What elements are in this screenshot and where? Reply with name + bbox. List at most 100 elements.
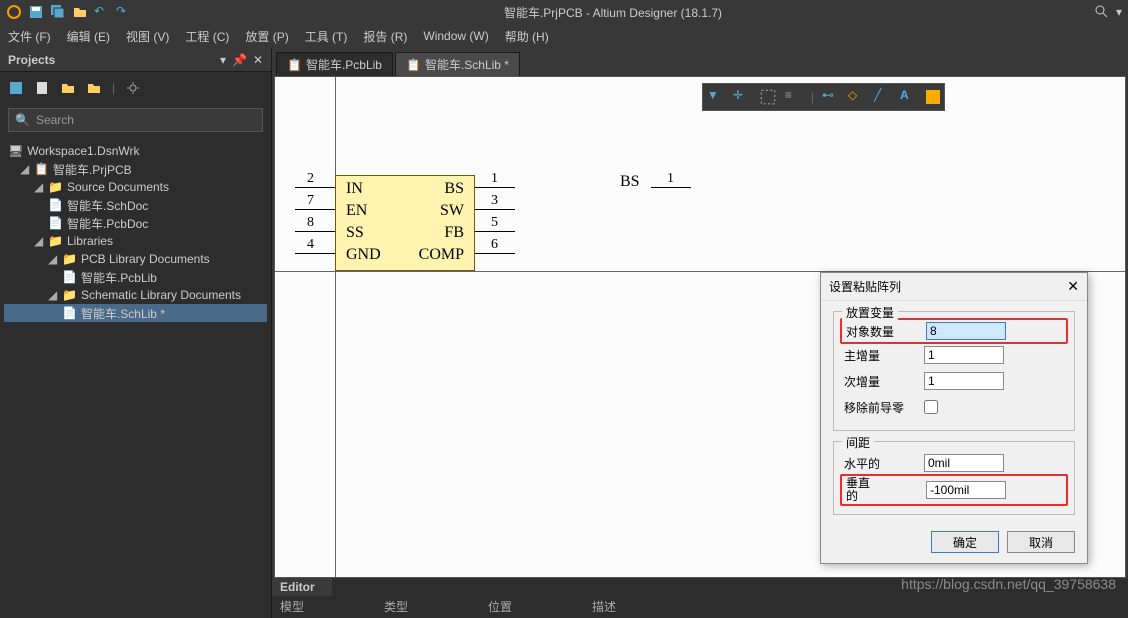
collapse-icon[interactable]: ◢ (20, 162, 30, 176)
move-icon[interactable]: ✛ (733, 88, 751, 106)
canvas-toolbar: ▼ ✛ ≡ | ⊷ ◇ ╱ A (702, 83, 945, 111)
tab-pcblib[interactable]: 📋智能车.PcbLib (276, 52, 393, 76)
pin-number: 8 (307, 215, 314, 231)
pin-number: 2 (307, 171, 314, 187)
tree-schdoc[interactable]: 📄智能车.SchDoc (4, 196, 267, 214)
secondary-increment-input[interactable] (924, 372, 1004, 390)
project-tree[interactable]: 🖥Workspace1.DsnWrk ◢📋智能车.PrjPCB ◢📁Source… (0, 136, 271, 618)
panel-menu-icon[interactable]: ▾ (220, 53, 226, 67)
collapse-icon[interactable]: ◢ (48, 288, 58, 302)
filter-icon[interactable]: ▼ (707, 88, 725, 106)
pin-number: 6 (491, 237, 498, 253)
pin-number: 3 (491, 193, 498, 209)
window-title: 智能车.PrjPCB - Altium Designer (18.1.7) (132, 4, 1094, 21)
collapse-icon[interactable]: ◢ (34, 180, 44, 194)
remove-leading-zero-checkbox[interactable] (924, 400, 938, 414)
line-icon[interactable]: ╱ (874, 88, 892, 106)
folder-icon: 📁 (62, 252, 77, 266)
folder-icon: 📁 (48, 234, 63, 248)
save-icon[interactable] (8, 80, 24, 96)
undo-icon[interactable]: ↶ (94, 4, 110, 20)
panel-title: Projects (8, 53, 55, 67)
pin-number: 7 (307, 193, 314, 209)
close-panel-icon[interactable]: ✕ (253, 53, 263, 67)
tab-schlib[interactable]: 📋智能车.SchLib * (395, 52, 520, 76)
horizontal-spacing-input[interactable] (924, 454, 1004, 472)
folder-icon: 📁 (62, 288, 77, 302)
pcblib-icon: 📋 (287, 58, 302, 72)
tree-schlib[interactable]: 📄智能车.SchLib * (4, 304, 267, 322)
menubar: 文件 (F) 编辑 (E) 视图 (V) 工程 (C) 放置 (P) 工具 (T… (0, 24, 1128, 48)
schdoc-icon: 📄 (48, 198, 63, 212)
open-icon[interactable] (72, 4, 88, 20)
pcbdoc-icon: 📄 (48, 216, 63, 230)
redo-icon[interactable]: ↷ (116, 4, 132, 20)
pin-line (295, 209, 335, 210)
compile-icon[interactable] (34, 80, 50, 96)
search-input[interactable]: 🔍 Search (8, 108, 263, 132)
tree-schlibdocs[interactable]: ◢📁Schematic Library Documents (4, 286, 267, 304)
folder-icon[interactable] (60, 80, 76, 96)
polygon-icon[interactable]: ◇ (848, 88, 866, 106)
menu-help[interactable]: 帮助 (H) (505, 28, 549, 45)
tree-pcblibdocs[interactable]: ◢📁PCB Library Documents (4, 250, 267, 268)
menu-window[interactable]: Window (W) (423, 29, 488, 43)
pin-line (475, 187, 515, 188)
collapse-icon[interactable]: ◢ (34, 234, 44, 248)
pin-line (651, 187, 691, 188)
component-icon[interactable] (926, 90, 940, 104)
save-icon[interactable] (28, 4, 44, 20)
col-type: 类型 (384, 598, 408, 616)
projects-panel: Projects ▾ 📌 ✕ | 🔍 Search 🖥Workspace1.Ds… (0, 48, 272, 618)
vertical-spacing-row: 垂直 的 (840, 474, 1068, 506)
paste-array-dialog: 设置粘贴阵列 ✕ 放置变量 对象数量 主增量 (820, 272, 1088, 564)
gear-icon[interactable] (125, 80, 141, 96)
align-icon[interactable]: ≡ (785, 88, 803, 106)
ok-button[interactable]: 确定 (931, 531, 999, 553)
tree-project[interactable]: ◢📋智能车.PrjPCB (4, 160, 267, 178)
menu-tools[interactable]: 工具 (T) (305, 28, 348, 45)
search-icon[interactable] (1094, 4, 1110, 20)
pin-icon[interactable]: 📌 (232, 53, 247, 67)
dropdown-icon[interactable]: ▾ (1116, 5, 1122, 19)
menu-project[interactable]: 工程 (C) (185, 28, 229, 45)
schlib-icon: 📋 (406, 58, 421, 72)
menu-report[interactable]: 报告 (R) (363, 28, 407, 45)
floating-pin-label[interactable]: BS (620, 173, 640, 191)
menu-place[interactable]: 放置 (P) (245, 28, 288, 45)
editor-tab[interactable]: Editor (272, 578, 332, 596)
document-tabs: 📋智能车.PcbLib 📋智能车.SchLib * (272, 48, 1128, 76)
search-icon: 🔍 (15, 113, 30, 127)
app-icon (6, 4, 22, 20)
pin-line (295, 231, 335, 232)
pin-number: 1 (491, 171, 498, 187)
folder2-icon[interactable] (86, 80, 102, 96)
vertical-spacing-input[interactable] (926, 481, 1006, 499)
menu-edit[interactable]: 编辑 (E) (67, 28, 110, 45)
select-icon[interactable] (759, 88, 777, 106)
pin-tool-icon[interactable]: ⊷ (822, 88, 840, 106)
folder-icon: 📁 (48, 180, 63, 194)
text-icon[interactable]: A (900, 88, 918, 106)
main-increment-input[interactable] (924, 346, 1004, 364)
cancel-button[interactable]: 取消 (1007, 531, 1075, 553)
tree-pcblib[interactable]: 📄智能车.PcbLib (4, 268, 267, 286)
schematic-canvas[interactable]: ▼ ✛ ≡ | ⊷ ◇ ╱ A IN EN SS GND B (274, 76, 1126, 578)
object-count-input[interactable] (926, 322, 1006, 340)
tree-srcdocs[interactable]: ◢📁Source Documents (4, 178, 267, 196)
pcblib-icon: 📄 (62, 270, 77, 284)
close-icon[interactable]: ✕ (1067, 278, 1079, 295)
tree-workspace[interactable]: 🖥Workspace1.DsnWrk (4, 142, 267, 160)
titlebar: ↶ ↷ 智能车.PrjPCB - Altium Designer (18.1.7… (0, 0, 1128, 24)
pin-line (295, 253, 335, 254)
schematic-component[interactable]: IN EN SS GND BS SW FB COMP (335, 175, 475, 271)
collapse-icon[interactable]: ◢ (48, 252, 58, 266)
tree-libs[interactable]: ◢📁Libraries (4, 232, 267, 250)
menu-file[interactable]: 文件 (F) (8, 28, 51, 45)
watermark: https://blog.csdn.net/qq_39758638 (901, 576, 1116, 592)
save-all-icon[interactable] (50, 4, 66, 20)
menu-view[interactable]: 视图 (V) (126, 28, 169, 45)
tree-pcbdoc[interactable]: 📄智能车.PcbDoc (4, 214, 267, 232)
pin-number: 1 (667, 171, 674, 187)
col-description: 描述 (592, 598, 616, 616)
